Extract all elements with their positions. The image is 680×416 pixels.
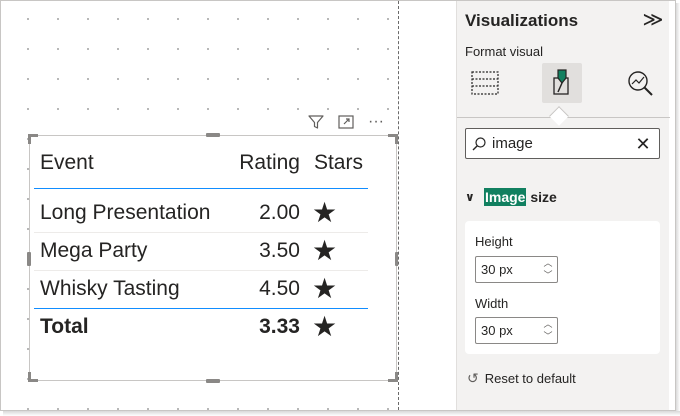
clear-search-icon[interactable]: ✕ [633, 134, 653, 154]
analytics-tab[interactable] [620, 63, 660, 103]
table-visual[interactable]: Event Rating Stars Long Presentation 2.0… [27, 133, 398, 383]
table-row: Mega Party 3.50 ★ [34, 232, 368, 271]
resize-handle-top[interactable] [206, 133, 220, 137]
search-box[interactable]: ✕ [465, 128, 660, 159]
height-label: Height [475, 234, 513, 249]
star-icon: ★ [311, 311, 338, 343]
width-spin-buttons[interactable]: ︿ ﹀ [542, 319, 554, 342]
resize-handle-bottom-left[interactable] [28, 372, 38, 382]
image-size-section-header[interactable]: ∨ Image size [465, 187, 557, 207]
search-icon [466, 129, 492, 158]
width-stepper[interactable]: ︿ ﹀ [475, 317, 558, 344]
resize-handle-top-right[interactable] [388, 134, 398, 144]
column-header-event[interactable]: Event [34, 138, 227, 189]
width-label: Width [475, 296, 509, 311]
column-header-stars[interactable]: Stars [307, 138, 368, 189]
report-canvas[interactable]: ··· Event Rating Stars Long Presentation… [1, 1, 398, 410]
resize-handle-bottom-right[interactable] [388, 372, 398, 382]
event-cell: Whisky Tasting [34, 270, 227, 309]
visualizations-pane: Visualizations ≫ Format visual ✕ ∨ [456, 1, 670, 410]
total-label: Total [40, 315, 89, 339]
total-row: Total 3.33 ★ [34, 308, 368, 346]
frame-shadow-bottom [3, 411, 680, 416]
search-highlight: Image [484, 188, 527, 206]
build-visual-tab[interactable] [465, 63, 505, 103]
column-header-rating[interactable]: Rating [226, 138, 308, 189]
chevron-down-icon[interactable]: ﹀ [543, 331, 552, 342]
event-cell: Long Presentation [34, 188, 227, 233]
rating-cell: 4.50 [226, 270, 308, 309]
height-input[interactable] [476, 262, 536, 277]
image-size-card: Height ︿ ﹀ Width ︿ ﹀ [465, 221, 660, 354]
data-table: Event Rating Stars Long Presentation 2.0… [34, 138, 368, 346]
filter-icon[interactable] [306, 112, 326, 132]
frame-shadow-right [676, 3, 680, 414]
format-visual-label: Format visual [465, 44, 544, 59]
star-icon: ★ [307, 270, 368, 309]
reset-to-default-button[interactable]: ↺ Reset to default [467, 369, 576, 387]
width-input[interactable] [476, 323, 536, 338]
table-row: Long Presentation 2.00 ★ [34, 188, 368, 233]
collapse-pane-button[interactable]: ≫ [642, 9, 664, 31]
rating-cell: 3.50 [226, 232, 308, 271]
chevron-up-icon[interactable]: ︿ [543, 319, 552, 330]
format-visual-tab[interactable] [542, 63, 582, 103]
height-stepper[interactable]: ︿ ﹀ [475, 256, 558, 283]
resize-handle-bottom[interactable] [206, 379, 220, 383]
rating-cell: 2.00 [226, 188, 308, 233]
pane-divider [398, 1, 399, 410]
chevron-down-icon: ∨ [465, 190, 475, 204]
star-icon: ★ [307, 188, 368, 233]
star-icon: ★ [307, 232, 368, 271]
height-spin-buttons[interactable]: ︿ ﹀ [542, 258, 554, 281]
pane-title: Visualizations [465, 11, 579, 30]
visual-header: ··· [306, 112, 386, 132]
analytics-magnifier-icon [628, 71, 653, 96]
chevron-up-icon[interactable]: ︿ [543, 258, 552, 269]
section-title-rest: size [526, 189, 557, 205]
table-row: Whisky Tasting 4.50 ★ [34, 270, 368, 309]
reset-label: Reset to default [484, 370, 576, 386]
focus-mode-icon[interactable] [336, 112, 356, 132]
resize-handle-left[interactable] [27, 252, 31, 266]
active-tab-pointer [549, 106, 569, 126]
reset-icon: ↺ [467, 369, 479, 386]
paintbrush-icon [553, 69, 569, 95]
total-rating: 3.33 [259, 315, 300, 339]
search-input[interactable] [492, 135, 632, 152]
event-cell: Mega Party [34, 232, 227, 271]
table-grid-icon [471, 71, 499, 95]
chevron-down-icon[interactable]: ﹀ [543, 270, 552, 281]
table-header-row: Event Rating Stars [34, 138, 368, 189]
more-options-icon[interactable]: ··· [366, 112, 386, 132]
